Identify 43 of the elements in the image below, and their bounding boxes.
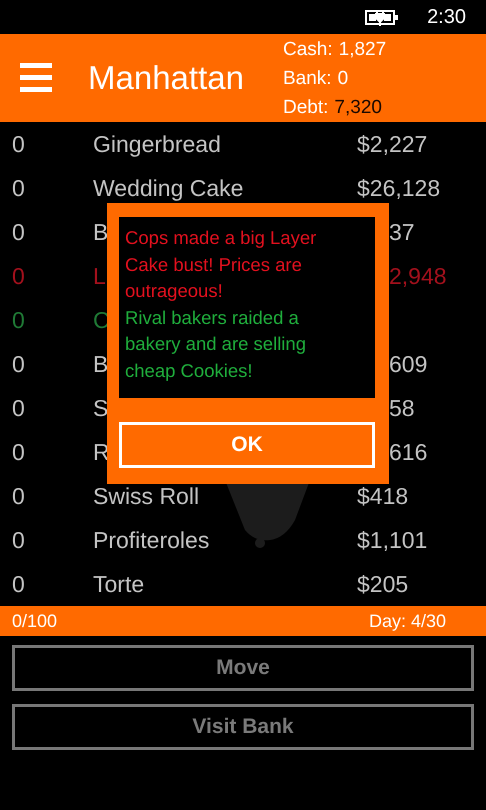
item-price: 2,948 xyxy=(389,262,447,290)
quantity-text: 0 xyxy=(11,130,26,158)
quantity-text: 0 xyxy=(11,350,26,378)
quantity-text: 0 xyxy=(11,306,26,334)
event-message: Rival bakers raided a bakery and are selling cheap Cookies! xyxy=(125,306,307,383)
item-name[interactable]: Gingerbread xyxy=(93,130,357,158)
day-counter: Day: 4/30 xyxy=(368,610,446,632)
stat-value: 0 xyxy=(338,66,348,90)
item-price: 616 xyxy=(389,438,428,466)
capacity-text: 0/100 xyxy=(12,610,58,632)
item-price: $26,128 xyxy=(357,174,440,202)
quantity-text: 0 xyxy=(11,174,26,202)
item-price: 37 xyxy=(389,218,415,246)
item-name[interactable]: B xyxy=(93,350,107,378)
quantity-text: 0 xyxy=(11,262,26,290)
clock-time: 2:30 xyxy=(427,6,466,28)
event-message: Cops made a big Layer Cake bust! Prices are outrageous! xyxy=(125,226,318,303)
quantity-text: 0 xyxy=(11,526,26,554)
stat-label: Debt: xyxy=(283,96,328,120)
menu-icon[interactable] xyxy=(20,63,52,93)
item-name[interactable]: Torte xyxy=(93,570,357,598)
stat-label: Cash: xyxy=(283,38,333,62)
stat-label: Bank: xyxy=(283,66,332,90)
item-name[interactable]: Wedding Cake xyxy=(93,174,357,202)
stat-value: 7,320 xyxy=(334,96,382,120)
stat-value: 1,827 xyxy=(338,38,386,62)
item-price: $2,227 xyxy=(357,130,428,158)
item-price: $1,101 xyxy=(357,526,428,554)
item-price: $418 xyxy=(357,482,408,510)
quantity-text: 0 xyxy=(11,570,26,598)
quantity-text: 0 xyxy=(11,394,26,422)
item-name[interactable]: S xyxy=(93,394,107,422)
city-title: Manhattan xyxy=(88,59,245,97)
quantity-text: 0 xyxy=(11,218,26,246)
battery-charging-icon xyxy=(365,8,400,26)
item-name[interactable]: Profiteroles xyxy=(93,526,357,554)
item-price: $205 xyxy=(357,570,408,598)
item-price: 609 xyxy=(389,350,428,378)
quantity-text: 0 xyxy=(11,482,26,510)
item-price: 58 xyxy=(389,394,415,422)
item-name[interactable]: B xyxy=(93,218,107,246)
item-name[interactable]: Swiss Roll xyxy=(93,482,357,510)
quantity-text: 0 xyxy=(11,438,26,466)
